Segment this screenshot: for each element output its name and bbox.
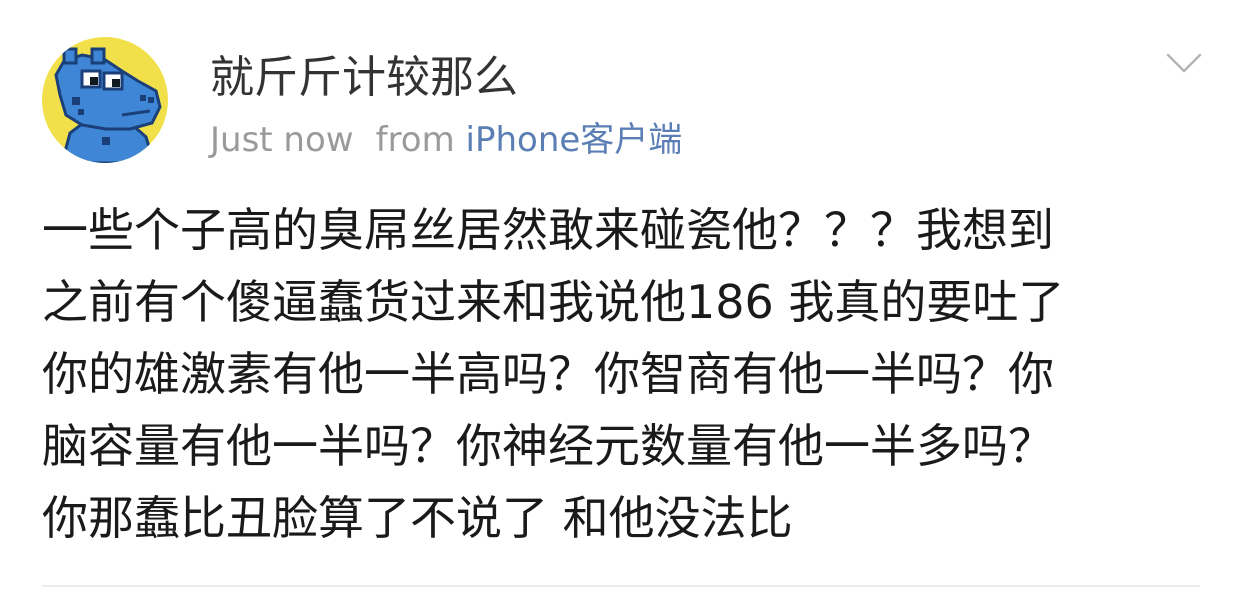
post-body: 一些个子高的臭屌丝居然敢来碰瓷他？？？我想到 之前有个傻逼蠢货过来和我说他186 … xyxy=(42,194,1202,554)
divider xyxy=(42,585,1200,587)
chevron-down-icon[interactable] xyxy=(1166,52,1202,76)
post-line: 你的雄激素有他一半高吗？你智商有他一半吗？你 xyxy=(42,347,1054,401)
from-label: from xyxy=(375,120,455,160)
username[interactable]: 就斤斤计较那么 xyxy=(210,50,518,106)
post-line: 你那蠢比丑脸算了不说了 和他没法比 xyxy=(42,491,793,545)
post-timestamp: Just now xyxy=(210,120,354,160)
weibo-post-card: 就斤斤计较那么 Just now from iPhone客户端 一些个子高的臭屌丝… xyxy=(0,0,1242,598)
post-meta: Just now from iPhone客户端 xyxy=(210,118,682,162)
post-source-link[interactable]: iPhone客户端 xyxy=(466,120,683,160)
hippo-avatar-icon xyxy=(42,37,168,163)
post-line: 一些个子高的臭屌丝居然敢来碰瓷他？？？我想到 xyxy=(42,203,1054,257)
user-avatar[interactable] xyxy=(42,37,168,163)
post-line: 之前有个傻逼蠢货过来和我说他186 我真的要吐了 xyxy=(42,275,1065,329)
post-line: 脑容量有他一半吗？你神经元数量有他一半多吗？ xyxy=(42,419,1054,473)
